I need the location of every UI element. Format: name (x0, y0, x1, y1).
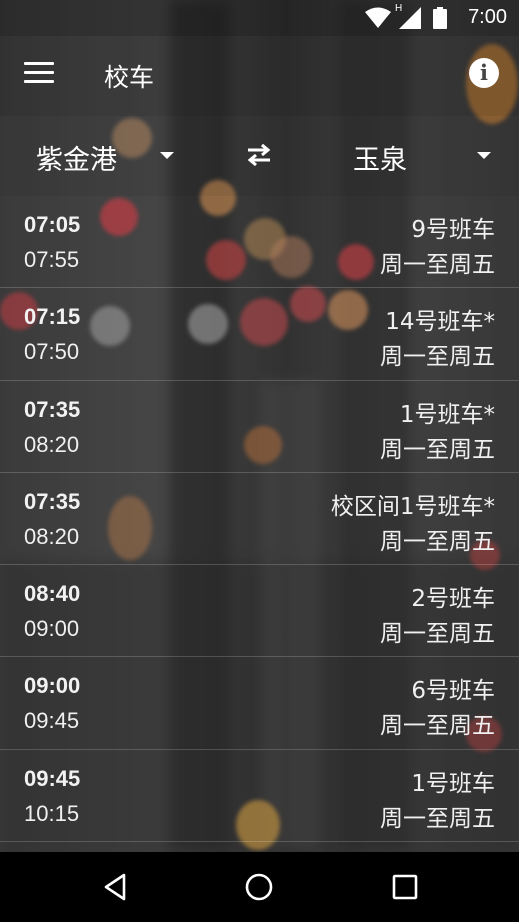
signal-icon (399, 7, 421, 29)
back-icon[interactable] (100, 872, 130, 902)
arrive-time: 07:50 (24, 339, 80, 365)
service-days: 周一至周五 (380, 528, 495, 555)
chevron-down-icon[interactable] (160, 152, 174, 159)
home-icon[interactable] (244, 872, 274, 902)
schedule-row[interactable]: 08:40 09:00 2号班车 周一至周五 (0, 565, 519, 658)
bus-name: 9号班车 (411, 217, 495, 243)
info-icon[interactable]: i (469, 58, 499, 88)
status-icons: H (365, 3, 455, 29)
menu-icon[interactable] (24, 62, 54, 90)
service-days: 周一至周五 (380, 621, 495, 648)
schedule-list: 07:05 07:55 9号班车 周一至周五 07:15 07:50 14号班车… (0, 196, 519, 843)
app-bar: 校车 i (0, 36, 519, 116)
wifi-icon (365, 7, 391, 28)
bus-name: 6号班车 (411, 678, 495, 705)
swap-arrows-icon[interactable] (244, 142, 274, 168)
page-title: 校车 (104, 63, 155, 92)
arrive-time: 09:45 (24, 708, 80, 734)
schedule-row[interactable]: 07:35 08:20 校区间1号班车* 周一至周五 (0, 473, 519, 566)
navigation-bar (0, 852, 519, 922)
from-station-select[interactable]: 紫金港 (36, 138, 117, 177)
bus-name: 校区间1号班车* (330, 493, 495, 520)
arrive-time: 07:55 (24, 247, 80, 272)
to-station-select[interactable]: 玉泉 (353, 138, 407, 177)
schedule-row[interactable]: 07:05 07:55 9号班车 周一至周五 (0, 196, 519, 289)
depart-time: 07:05 (24, 212, 81, 237)
schedule-row[interactable]: 09:00 09:45 6号班车 周一至周五 (0, 657, 519, 750)
bus-name: 14号班车* (385, 309, 495, 336)
schedule-row[interactable]: 07:35 08:20 1号班车* 周一至周五 (0, 381, 519, 473)
battery-icon (433, 7, 447, 29)
chevron-down-icon[interactable] (477, 152, 491, 159)
service-days: 周一至周五 (380, 344, 495, 371)
service-days: 周一至周五 (380, 713, 495, 740)
depart-time: 09:45 (24, 765, 81, 791)
arrive-time: 10:15 (24, 800, 80, 826)
recents-icon[interactable] (390, 872, 420, 902)
bus-name: 1号班车 (411, 770, 495, 797)
depart-time: 08:40 (24, 581, 81, 607)
service-days: 周一至周五 (380, 252, 495, 278)
depart-time: 07:15 (24, 304, 81, 330)
bus-name: 2号班车 (411, 586, 495, 613)
arrive-time: 08:20 (24, 523, 80, 549)
clock: 7:00 (468, 6, 507, 28)
schedule-row[interactable]: 09:45 10:15 1号班车 周一至周五 (0, 750, 519, 843)
arrive-time: 09:00 (24, 616, 80, 642)
schedule-row[interactable]: 07:15 07:50 14号班车* 周一至周五 (0, 288, 519, 381)
route-selector: 紫金港 玉泉 (0, 116, 519, 196)
service-days: 周一至周五 (380, 436, 495, 463)
bus-name: 1号班车* (399, 401, 495, 428)
service-days: 周一至周五 (380, 805, 495, 832)
arrive-time: 08:20 (24, 431, 80, 457)
depart-time: 09:00 (24, 673, 81, 699)
status-bar: H 7:00 (0, 0, 519, 36)
depart-time: 07:35 (24, 488, 81, 514)
depart-time: 07:35 (24, 396, 81, 422)
